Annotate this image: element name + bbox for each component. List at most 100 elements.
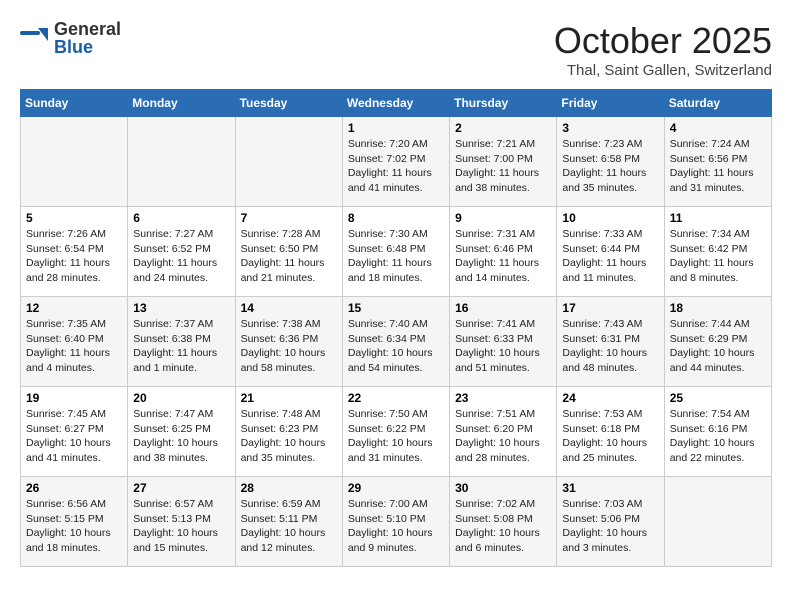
- calendar-day-cell: 3Sunrise: 7:23 AM Sunset: 6:58 PM Daylig…: [557, 117, 664, 207]
- logo: General Blue: [20, 20, 121, 56]
- day-info: Sunrise: 7:40 AM Sunset: 6:34 PM Dayligh…: [348, 317, 444, 376]
- calendar-week-row: 1 Sunrise: 7:20 AM Sunset: 7:02 PM Daylig…: [21, 117, 772, 207]
- calendar-day-cell: 28Sunrise: 6:59 AM Sunset: 5:11 PM Dayli…: [235, 477, 342, 567]
- calendar-day-cell: 20 Sunrise: 7:47 AM Sunset: 6:25 PM Dayli…: [128, 387, 235, 477]
- day-number: 30: [455, 481, 551, 495]
- day-info: Sunrise: 7:28 AM Sunset: 6:50 PM Dayligh…: [241, 227, 337, 286]
- day-info: Sunrise: 7:27 AM Sunset: 6:52 PM Dayligh…: [133, 227, 229, 286]
- day-number: 20: [133, 391, 229, 405]
- weekday-header: Tuesday: [235, 90, 342, 117]
- day-number: 11: [670, 211, 766, 225]
- day-info: Sunrise: 6:59 AM Sunset: 5:11 PM Dayligh…: [241, 497, 337, 556]
- day-number: 16: [455, 301, 551, 315]
- day-number: 10: [562, 211, 658, 225]
- day-info: Sunrise: 7:48 AM Sunset: 6:23 PM Dayligh…: [241, 407, 337, 466]
- day-info: Sunrise: 7:03 AM Sunset: 5:06 PM Dayligh…: [562, 497, 658, 556]
- day-info: Sunrise: 6:57 AM Sunset: 5:13 PM Dayligh…: [133, 497, 229, 556]
- day-info: Sunrise: 7:33 AM Sunset: 6:44 PM Dayligh…: [562, 227, 658, 286]
- day-info: Sunrise: 7:44 AM Sunset: 6:29 PM Dayligh…: [670, 317, 766, 376]
- weekday-header: Friday: [557, 90, 664, 117]
- calendar-day-cell: 16 Sunrise: 7:41 AM Sunset: 6:33 PM Dayli…: [450, 297, 557, 387]
- calendar-day-cell: 7 Sunrise: 7:28 AM Sunset: 6:50 PM Daylig…: [235, 207, 342, 297]
- calendar-day-cell: 2 Sunrise: 7:21 AM Sunset: 7:00 PM Daylig…: [450, 117, 557, 207]
- day-info: Sunrise: 7:31 AM Sunset: 6:46 PM Dayligh…: [455, 227, 551, 286]
- month-title: October 2025: [554, 20, 772, 62]
- calendar-day-cell: 4 Sunrise: 7:24 AM Sunset: 6:56 PM Daylig…: [664, 117, 771, 207]
- day-number: 19: [26, 391, 122, 405]
- calendar-day-cell: 1 Sunrise: 7:20 AM Sunset: 7:02 PM Daylig…: [342, 117, 449, 207]
- calendar-day-cell: 6 Sunrise: 7:27 AM Sunset: 6:52 PM Daylig…: [128, 207, 235, 297]
- calendar-day-cell: 21 Sunrise: 7:48 AM Sunset: 6:23 PM Dayli…: [235, 387, 342, 477]
- day-info: Sunrise: 7:02 AM Sunset: 5:08 PM Dayligh…: [455, 497, 551, 556]
- logo-blue: Blue: [54, 38, 121, 56]
- day-number: 9: [455, 211, 551, 225]
- day-number: 1: [348, 121, 444, 135]
- day-info: Sunrise: 7:35 AM Sunset: 6:40 PM Dayligh…: [26, 317, 122, 376]
- day-number: 22: [348, 391, 444, 405]
- day-number: 24: [562, 391, 658, 405]
- calendar-day-cell: 14 Sunrise: 7:38 AM Sunset: 6:36 PM Dayli…: [235, 297, 342, 387]
- calendar-day-cell: 18 Sunrise: 7:44 AM Sunset: 6:29 PM Dayli…: [664, 297, 771, 387]
- day-number: 15: [348, 301, 444, 315]
- day-number: 8: [348, 211, 444, 225]
- day-info: Sunrise: 7:53 AM Sunset: 6:18 PM Dayligh…: [562, 407, 658, 466]
- day-info: Sunrise: 7:20 AM Sunset: 7:02 PM Dayligh…: [348, 137, 444, 196]
- day-info: Sunrise: 7:38 AM Sunset: 6:36 PM Dayligh…: [241, 317, 337, 376]
- weekday-header: Monday: [128, 90, 235, 117]
- calendar-day-cell: 9 Sunrise: 7:31 AM Sunset: 6:46 PM Daylig…: [450, 207, 557, 297]
- day-info: Sunrise: 7:45 AM Sunset: 6:27 PM Dayligh…: [26, 407, 122, 466]
- calendar-day-cell: 22Sunrise: 7:50 AM Sunset: 6:22 PM Dayli…: [342, 387, 449, 477]
- calendar-table: SundayMondayTuesdayWednesdayThursdayFrid…: [20, 89, 772, 567]
- day-info: Sunrise: 7:00 AM Sunset: 5:10 PM Dayligh…: [348, 497, 444, 556]
- calendar-day-cell: 13 Sunrise: 7:37 AM Sunset: 6:38 PM Dayli…: [128, 297, 235, 387]
- day-number: 14: [241, 301, 337, 315]
- calendar-day-cell: 5 Sunrise: 7:26 AM Sunset: 6:54 PM Daylig…: [21, 207, 128, 297]
- calendar-day-cell: [21, 117, 128, 207]
- day-number: 21: [241, 391, 337, 405]
- calendar-day-cell: 24 Sunrise: 7:53 AM Sunset: 6:18 PM Dayli…: [557, 387, 664, 477]
- calendar-day-cell: 25Sunrise: 7:54 AM Sunset: 6:16 PM Dayli…: [664, 387, 771, 477]
- day-info: Sunrise: 7:47 AM Sunset: 6:25 PM Dayligh…: [133, 407, 229, 466]
- day-number: 13: [133, 301, 229, 315]
- day-number: 3: [562, 121, 658, 135]
- calendar-day-cell: 8Sunrise: 7:30 AM Sunset: 6:48 PM Daylig…: [342, 207, 449, 297]
- day-number: 18: [670, 301, 766, 315]
- day-number: 26: [26, 481, 122, 495]
- day-info: Sunrise: 7:21 AM Sunset: 7:00 PM Dayligh…: [455, 137, 551, 196]
- day-number: 29: [348, 481, 444, 495]
- day-info: Sunrise: 6:56 AM Sunset: 5:15 PM Dayligh…: [26, 497, 122, 556]
- weekday-header: Thursday: [450, 90, 557, 117]
- calendar-day-cell: 10 Sunrise: 7:33 AM Sunset: 6:44 PM Dayli…: [557, 207, 664, 297]
- day-info: Sunrise: 7:26 AM Sunset: 6:54 PM Dayligh…: [26, 227, 122, 286]
- day-number: 5: [26, 211, 122, 225]
- day-info: Sunrise: 7:41 AM Sunset: 6:33 PM Dayligh…: [455, 317, 551, 376]
- day-info: Sunrise: 7:43 AM Sunset: 6:31 PM Dayligh…: [562, 317, 658, 376]
- calendar-week-row: 12Sunrise: 7:35 AM Sunset: 6:40 PM Dayli…: [21, 297, 772, 387]
- logo-icon: [20, 23, 50, 53]
- calendar-day-cell: 19 Sunrise: 7:45 AM Sunset: 6:27 PM Dayli…: [21, 387, 128, 477]
- day-number: 7: [241, 211, 337, 225]
- weekday-header: Wednesday: [342, 90, 449, 117]
- calendar-day-cell: 12Sunrise: 7:35 AM Sunset: 6:40 PM Dayli…: [21, 297, 128, 387]
- calendar-day-cell: 23Sunrise: 7:51 AM Sunset: 6:20 PM Dayli…: [450, 387, 557, 477]
- day-number: 27: [133, 481, 229, 495]
- day-number: 2: [455, 121, 551, 135]
- day-number: 6: [133, 211, 229, 225]
- day-number: 17: [562, 301, 658, 315]
- calendar-week-row: 26 Sunrise: 6:56 AM Sunset: 5:15 PM Dayli…: [21, 477, 772, 567]
- calendar-day-cell: 29 Sunrise: 7:00 AM Sunset: 5:10 PM Dayli…: [342, 477, 449, 567]
- weekday-header: Saturday: [664, 90, 771, 117]
- calendar-day-cell: 17 Sunrise: 7:43 AM Sunset: 6:31 PM Dayli…: [557, 297, 664, 387]
- calendar-day-cell: 31 Sunrise: 7:03 AM Sunset: 5:06 PM Dayli…: [557, 477, 664, 567]
- day-info: Sunrise: 7:24 AM Sunset: 6:56 PM Dayligh…: [670, 137, 766, 196]
- day-info: Sunrise: 7:37 AM Sunset: 6:38 PM Dayligh…: [133, 317, 229, 376]
- calendar-day-cell: [235, 117, 342, 207]
- calendar-week-row: 5 Sunrise: 7:26 AM Sunset: 6:54 PM Daylig…: [21, 207, 772, 297]
- day-info: Sunrise: 7:51 AM Sunset: 6:20 PM Dayligh…: [455, 407, 551, 466]
- day-info: Sunrise: 7:34 AM Sunset: 6:42 PM Dayligh…: [670, 227, 766, 286]
- day-number: 4: [670, 121, 766, 135]
- calendar-day-cell: [664, 477, 771, 567]
- calendar-week-row: 19 Sunrise: 7:45 AM Sunset: 6:27 PM Dayli…: [21, 387, 772, 477]
- weekday-header-row: SundayMondayTuesdayWednesdayThursdayFrid…: [21, 90, 772, 117]
- day-number: 31: [562, 481, 658, 495]
